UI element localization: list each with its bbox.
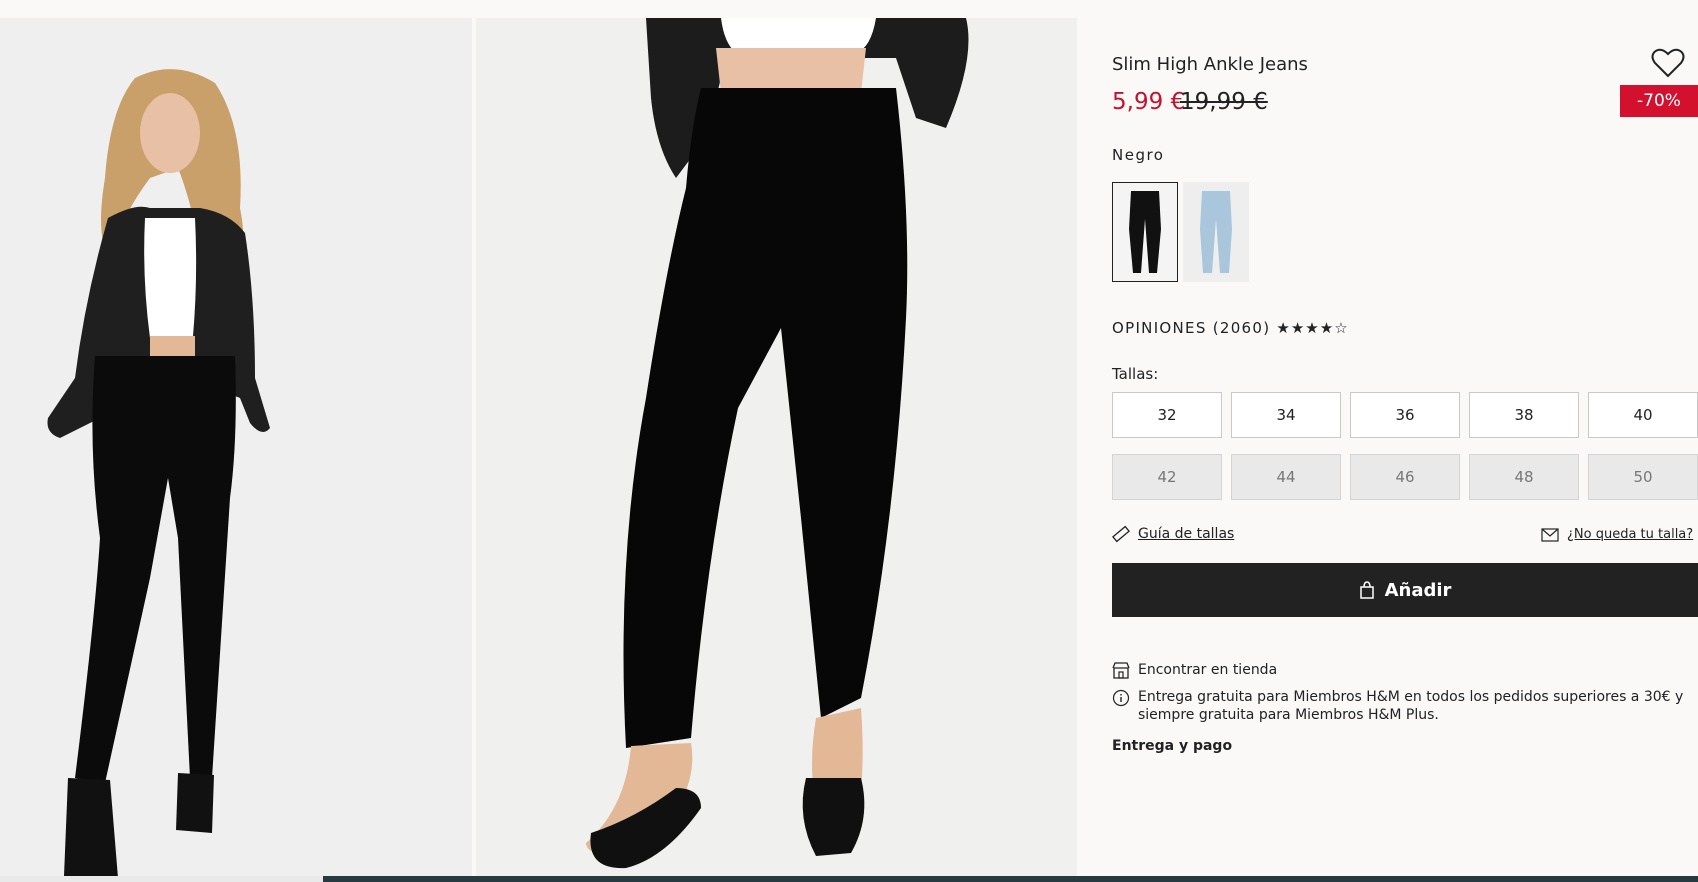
- size-option[interactable]: 38: [1469, 392, 1579, 438]
- sale-price: 5,99 €: [1112, 89, 1186, 115]
- envelope-icon: [1541, 527, 1559, 542]
- size-option-unavailable[interactable]: 50: [1588, 454, 1698, 500]
- store-icon: [1112, 662, 1130, 679]
- product-details-panel: Slim High Ankle Jeans 5,99 € 19,99 € -70…: [1112, 18, 1698, 876]
- favorite-heart-icon[interactable]: [1651, 47, 1685, 79]
- product-photo-closeup[interactable]: [476, 18, 1077, 876]
- horizontal-scrollbar-thumb[interactable]: [323, 876, 1698, 882]
- shopping-bag-icon: [1359, 581, 1374, 599]
- delivery-info: Entrega gratuita para Miembros H&M en to…: [1112, 688, 1698, 724]
- size-option[interactable]: 34: [1231, 392, 1341, 438]
- rating-stars: ★★★★☆: [1276, 319, 1349, 337]
- info-icon: [1112, 689, 1130, 707]
- find-in-store-label: Encontrar en tienda: [1138, 662, 1278, 678]
- size-option[interactable]: 36: [1350, 392, 1460, 438]
- size-option[interactable]: 40: [1588, 392, 1698, 438]
- selected-color-name: Negro: [1112, 146, 1165, 164]
- ruler-icon: [1112, 525, 1130, 543]
- size-guide-label: Guía de tallas: [1138, 526, 1235, 542]
- reviews-link[interactable]: OPINIONES (2060) ★★★★☆: [1112, 319, 1349, 337]
- color-swatch-black[interactable]: [1112, 182, 1178, 282]
- size-guide-link[interactable]: Guía de tallas: [1112, 525, 1234, 543]
- add-to-bag-button[interactable]: Añadir: [1112, 563, 1698, 617]
- size-option-unavailable[interactable]: 44: [1231, 454, 1341, 500]
- size-option-unavailable[interactable]: 46: [1350, 454, 1460, 500]
- discount-badge: -70%: [1620, 85, 1698, 117]
- delivery-and-payment-link[interactable]: Entrega y pago: [1112, 738, 1232, 754]
- size-missing-link[interactable]: ¿No queda tu talla?: [1541, 527, 1693, 542]
- size-option[interactable]: 32: [1112, 392, 1222, 438]
- add-button-label: Añadir: [1384, 579, 1452, 601]
- sizes-label: Tallas:: [1112, 365, 1159, 383]
- size-option-unavailable[interactable]: 48: [1469, 454, 1579, 500]
- reviews-label: OPINIONES (2060): [1112, 319, 1271, 337]
- product-gallery: [0, 18, 1077, 876]
- size-missing-label: ¿No queda tu talla?: [1567, 527, 1694, 542]
- delivery-info-text: Entrega gratuita para Miembros H&M en to…: [1138, 689, 1684, 723]
- original-price: 19,99 €: [1180, 89, 1268, 115]
- product-photo-full-body[interactable]: [0, 18, 472, 876]
- color-swatch-light-blue[interactable]: [1183, 182, 1249, 282]
- find-in-store-link[interactable]: Encontrar en tienda: [1112, 661, 1277, 679]
- light-blue-jeans-thumbnail: [1200, 191, 1232, 273]
- size-option-unavailable[interactable]: 42: [1112, 454, 1222, 500]
- product-title: Slim High Ankle Jeans: [1112, 54, 1308, 75]
- black-jeans-thumbnail: [1129, 191, 1161, 273]
- top-strip: [0, 0, 1698, 18]
